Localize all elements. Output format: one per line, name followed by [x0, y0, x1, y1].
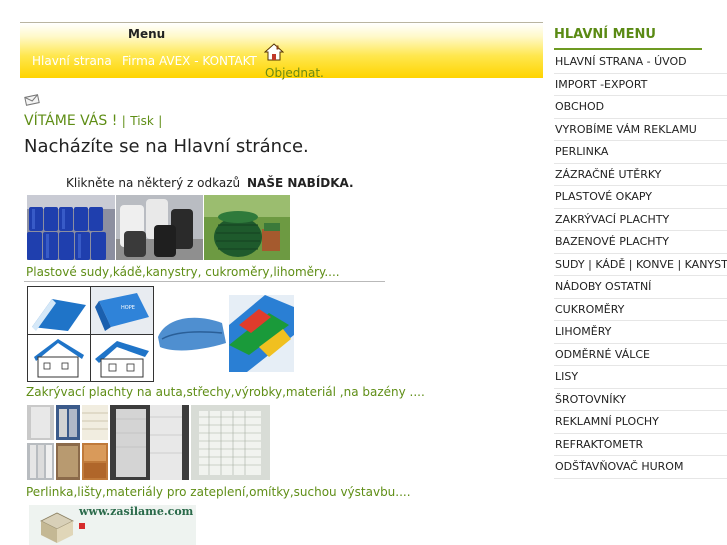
separator-end: |	[158, 114, 163, 128]
tarp-house2-thumbnail[interactable]	[90, 334, 154, 382]
main-menu-item[interactable]: SUDY | KÁDĚ | KONVE | KANYSTRY	[554, 254, 727, 276]
menu-link-home[interactable]: Hlavní strana	[32, 54, 112, 68]
main-menu-list: HLAVNÍ STRANA - ÚVOD IMPORT -EXPORT OBCHOD…	[554, 51, 727, 479]
main-menu-item[interactable]: ODŠŤAVŇOVAČ HUROM	[554, 456, 727, 479]
material-thumbnail-4[interactable]	[27, 443, 54, 480]
main-menu-title: HLAVNÍ MENU	[554, 27, 656, 42]
main-menu-item[interactable]: PLASTOVÉ OKAPY	[554, 186, 727, 209]
material-thumbnail-2[interactable]	[56, 405, 80, 440]
print-link[interactable]: Tisk	[130, 114, 154, 128]
banner-url-text: www.zasilame.com	[79, 505, 194, 518]
main-menu-item[interactable]: CUKROMĚRY	[554, 299, 727, 321]
main-menu-item[interactable]: NÁDOBY OSTATNÍ	[554, 276, 727, 299]
material-thumbnail-3[interactable]	[82, 405, 108, 440]
divider	[24, 281, 385, 282]
main-menu-rule	[554, 48, 702, 50]
tarp-house-thumbnail[interactable]	[27, 334, 91, 382]
tarp-cover-thumbnail[interactable]	[156, 309, 228, 355]
main-menu-item[interactable]: LIHOMĚRY	[554, 321, 727, 344]
tarp-roof-thumbnail[interactable]	[27, 286, 91, 335]
material-thumbnail-6[interactable]	[82, 443, 108, 480]
main-menu-item[interactable]: HLAVNÍ STRANA - ÚVOD	[554, 51, 727, 74]
menu-link-contact[interactable]: Firma AVEX - KONTAKT	[122, 54, 257, 68]
click-hint: Klikněte na některý z odkazů	[66, 176, 241, 190]
order-link[interactable]: Objednat.	[265, 66, 324, 80]
main-menu-item[interactable]: IMPORT -EXPORT	[554, 74, 727, 96]
tarp-colors-thumbnail[interactable]	[229, 295, 294, 372]
home-icon[interactable]	[263, 43, 285, 61]
welcome-text: VÍTÁME VÁS !	[24, 113, 118, 129]
category-link-barrels[interactable]: Plastové sudy,kádě,kanystry, cukroměry,l…	[26, 265, 340, 279]
tarp-product-thumbnail[interactable]: HOPE	[90, 286, 154, 335]
email-icon[interactable]	[24, 92, 40, 106]
welcome-line: VÍTÁME VÁS ! | Tisk |	[24, 113, 162, 129]
menu-title: Menu	[128, 27, 166, 41]
main-menu-item[interactable]: ZAKRÝVACÍ PLACHTY	[554, 209, 727, 231]
main-menu-item[interactable]: ŠROTOVNÍKY	[554, 389, 727, 411]
separator: |	[121, 114, 126, 128]
top-menu-bar: Menu Hlavní strana Firma AVEX - KONTAKT …	[20, 22, 543, 80]
main-menu-item[interactable]: REKLAMNÍ PLOCHY	[554, 411, 727, 434]
offer-heading: NAŠE NABÍDKA.	[247, 176, 354, 190]
page-title: Nacházíte se na Hlavní stránce.	[24, 136, 309, 157]
category-link-materials[interactable]: Perlinka,lišty,materiály pro zateplení,o…	[26, 485, 411, 499]
composter-thumbnail[interactable]	[204, 195, 290, 260]
zasilame-banner[interactable]: www.zasilame.com	[27, 505, 198, 545]
material-thumbnail-5[interactable]	[56, 443, 80, 480]
main-menu-item[interactable]: LISY	[554, 366, 727, 389]
tanks-thumbnail[interactable]	[116, 195, 203, 260]
main-menu-item[interactable]: VYROBÍME VÁM REKLAMU	[554, 119, 727, 141]
mesh-roll-thumbnail[interactable]	[110, 405, 189, 480]
mesh-roll2-thumbnail[interactable]	[191, 405, 270, 480]
main-menu-item[interactable]: ZÁZRAČNÉ UTĚRKY	[554, 164, 727, 186]
barrels-thumbnail[interactable]	[27, 195, 115, 260]
main-menu-item[interactable]: PERLINKA	[554, 141, 727, 164]
material-thumbnail-1[interactable]	[27, 405, 54, 440]
main-menu-item[interactable]: REFRAKTOMETR	[554, 434, 727, 456]
main-menu-item[interactable]: OBCHOD	[554, 96, 727, 119]
main-menu-item[interactable]: ODMĚRNÉ VÁLCE	[554, 344, 727, 366]
svg-text:HOPE: HOPE	[121, 305, 135, 311]
category-link-tarps[interactable]: Zakrývací plachty na auta,střechy,výrobk…	[26, 385, 425, 399]
main-menu-item[interactable]: BAZENOVÉ PLACHTY	[554, 231, 727, 254]
